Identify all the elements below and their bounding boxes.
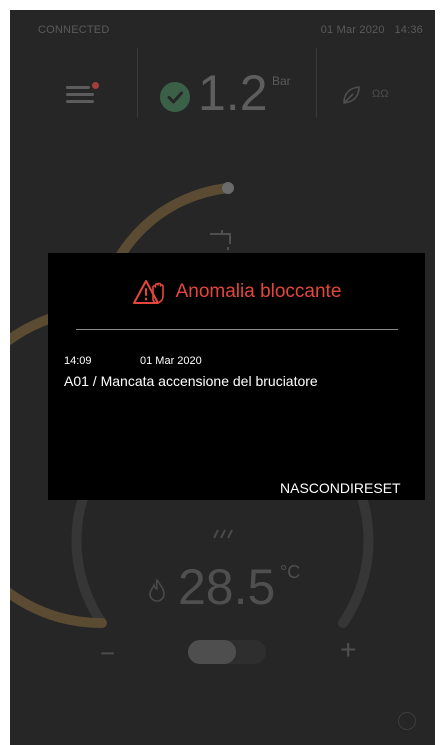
warning-hand-icon: [132, 278, 172, 306]
toggle-knob[interactable]: [188, 640, 236, 664]
increase-button[interactable]: +: [340, 634, 356, 666]
alert-actions: NASCONDIRESET: [280, 480, 401, 496]
event-description: A01 / Mancata accensione del bruciatore: [64, 373, 318, 389]
decrease-button[interactable]: −: [100, 638, 115, 669]
dial-handle: [222, 182, 234, 194]
heat-waves-icon: [213, 529, 233, 539]
reset-button[interactable]: RESET: [354, 480, 401, 496]
hide-button[interactable]: NASCONDI: [280, 480, 354, 496]
thermostat-screen: CONNECTED 01 Mar 2020 14:36 1.2 Bar ΩΩ 2…: [10, 10, 435, 745]
alert-header: Anomalia bloccante: [48, 278, 425, 306]
mode-toggle[interactable]: [188, 640, 266, 664]
info-icon[interactable]: [398, 712, 416, 730]
temperature-unit: °C: [280, 562, 301, 582]
flame-icon: [148, 578, 166, 602]
event-time: 14:09: [64, 355, 92, 367]
faucet-icon: [210, 230, 231, 250]
temperature-value: 28.5: [178, 559, 276, 615]
alert-divider: [76, 329, 398, 330]
alert-dialog: Anomalia bloccante 14:09 01 Mar 2020 A01…: [48, 253, 425, 500]
event-date: 01 Mar 2020: [140, 355, 202, 367]
alert-title: Anomalia bloccante: [175, 281, 342, 302]
